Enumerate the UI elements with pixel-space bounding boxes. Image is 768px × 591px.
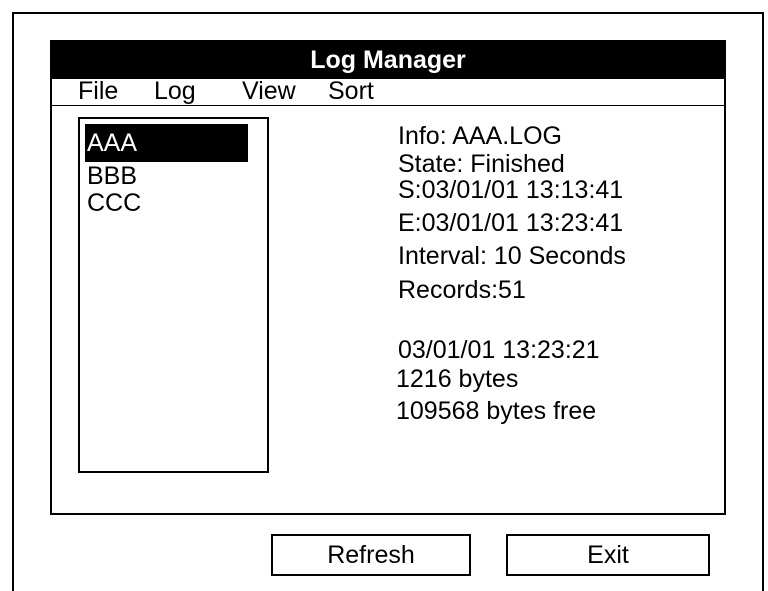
list-item-aaa[interactable]: AAA [85,124,248,162]
info-state: State: Finished [398,150,565,178]
refresh-button[interactable]: Refresh [271,534,471,576]
log-manager-window: Log Manager File Log View Sort AAA BBB C… [50,40,726,515]
menu-file[interactable]: File [78,77,118,105]
info-records: Records:51 [398,276,526,304]
info-free-space: 109568 bytes free [396,397,597,425]
menu-view[interactable]: View [242,77,296,105]
list-item-bbb[interactable]: BBB [85,162,137,190]
info-log-name: Info: AAA.LOG [398,122,562,150]
exit-button[interactable]: Exit [506,534,710,576]
screen-frame-top [12,12,764,14]
menu-sort[interactable]: Sort [328,77,374,105]
window-title: Log Manager [52,42,724,79]
info-start-time: S:03/01/01 13:13:41 [398,176,624,204]
screen-frame-right [762,12,764,591]
info-interval: Interval: 10 Seconds [398,242,626,270]
screen-frame-left [12,12,14,591]
list-item-ccc[interactable]: CCC [85,189,141,217]
info-end-time: E:03/01/01 13:23:41 [398,209,624,237]
log-file-list[interactable]: AAA BBB CCC [78,117,269,473]
menu-bar: File Log View Sort [52,77,724,106]
menu-log[interactable]: Log [154,77,196,105]
info-size: 1216 bytes [396,365,519,393]
info-timestamp: 03/01/01 13:23:21 [398,336,600,364]
